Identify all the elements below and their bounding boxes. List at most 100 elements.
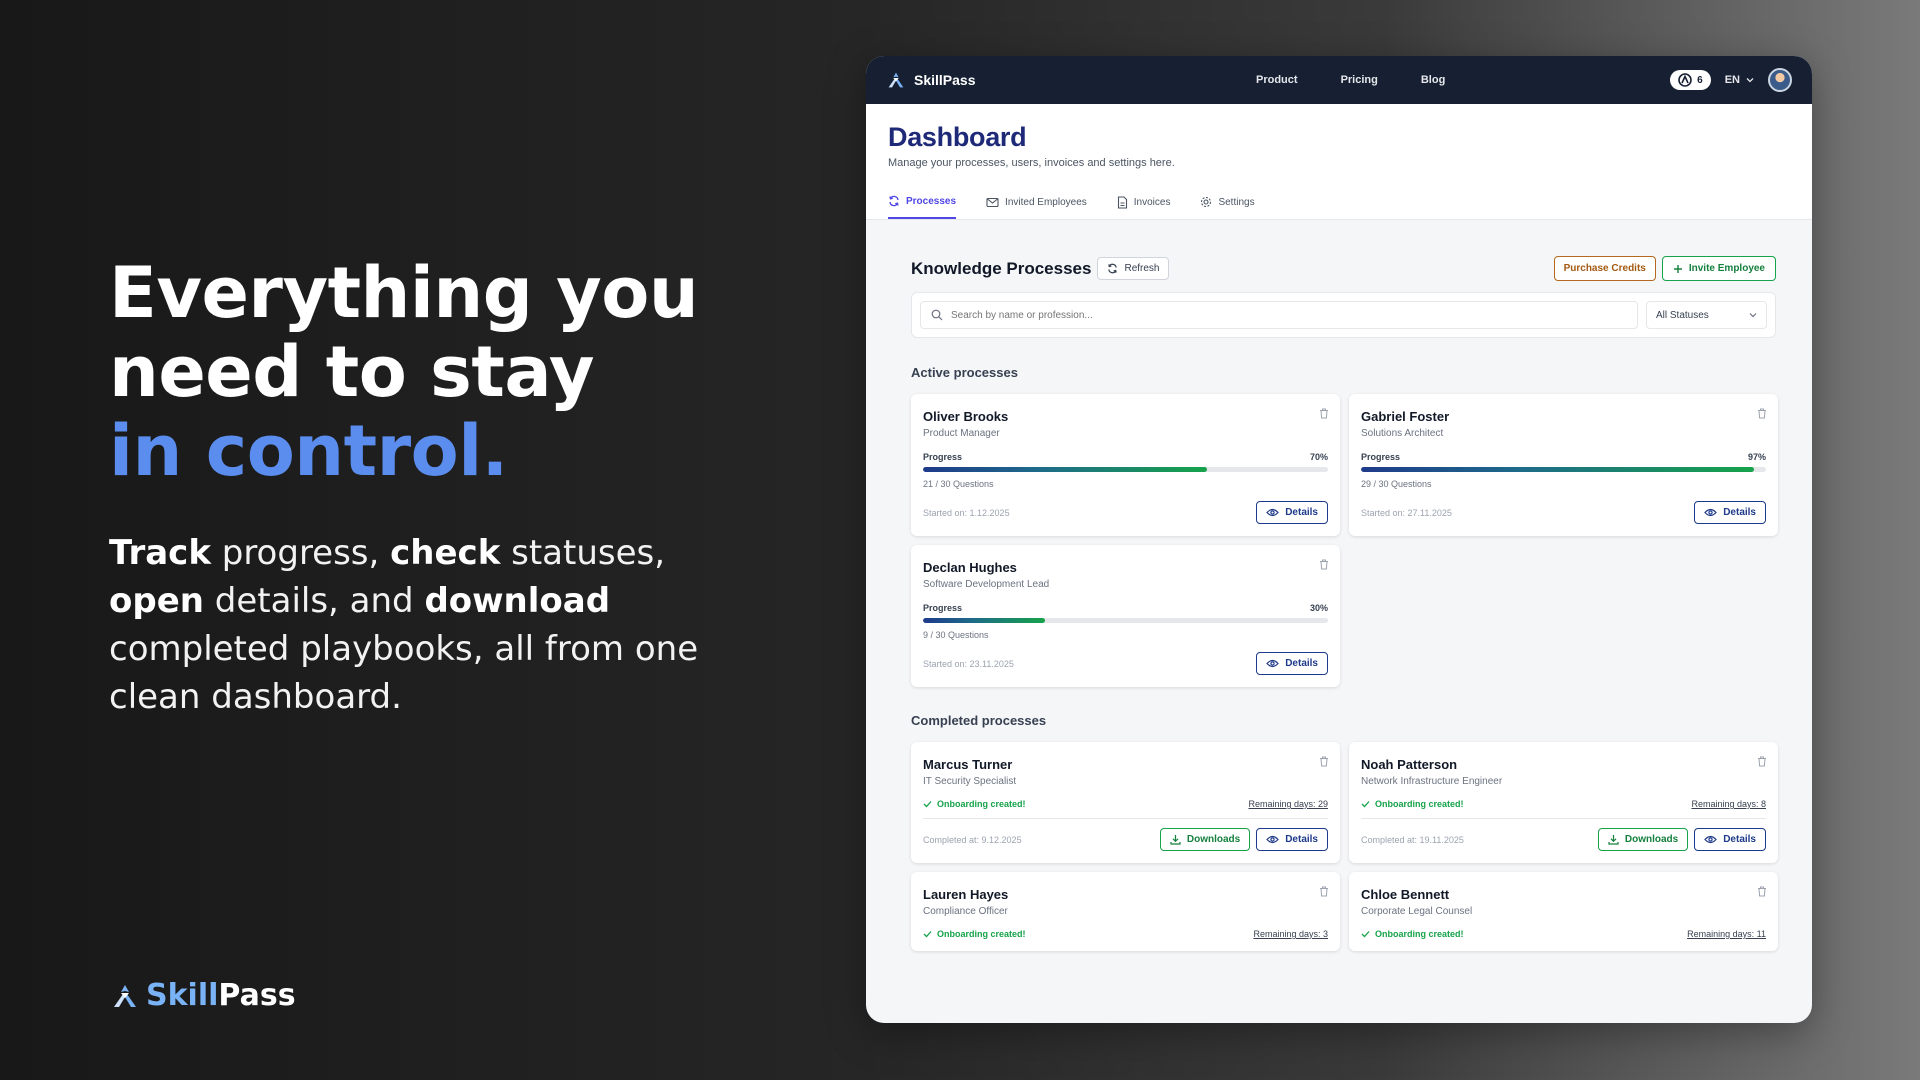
tab-processes[interactable]: Processes — [888, 195, 957, 219]
completed-section-label: Completed processes — [911, 713, 1047, 728]
onboarding-status: Onboarding created! — [1361, 799, 1464, 809]
refresh-icon — [1108, 263, 1118, 274]
status-filter-value: All Statuses — [1656, 309, 1709, 321]
tab-processes-label: Processes — [906, 195, 957, 207]
active-processes-grid: Oliver Brooks Product Manager Progress 70% 2… — [911, 394, 1778, 687]
header-actions: Purchase Credits Invite Employee — [1553, 256, 1776, 281]
refresh-button[interactable]: Refresh — [1097, 257, 1170, 280]
search-box[interactable] — [920, 301, 1638, 329]
progress-fill — [1361, 467, 1754, 472]
card-footer: Started on: 27.11.2025 Details — [1361, 501, 1766, 524]
nav-blog[interactable]: Blog — [1421, 74, 1445, 86]
hero-headline: Everything you need to stay in control. — [109, 254, 809, 491]
delete-button[interactable] — [1757, 884, 1767, 902]
completed-card: Lauren Hayes Compliance Officer Onboarding… — [911, 872, 1340, 951]
details-button[interactable]: Details — [1256, 652, 1328, 675]
progress-label: Progress — [923, 452, 963, 462]
page-subtitle: Manage your processes, users, invoices a… — [888, 157, 1175, 169]
details-button[interactable]: Details — [1256, 828, 1328, 851]
progress-label: Progress — [923, 603, 963, 613]
remaining-days[interactable]: Remaining days: 8 — [1691, 799, 1766, 809]
logo-icon — [114, 984, 136, 1007]
onboarding-label: Onboarding created! — [1375, 799, 1464, 809]
app-name: SkillPass — [914, 72, 976, 88]
status-filter-select[interactable]: All Statuses — [1646, 301, 1767, 329]
top-navbar: SkillPass Product Pricing Blog 6 EN — [866, 56, 1812, 104]
downloads-label: Downloads — [1186, 834, 1241, 845]
dashboard-header: Dashboard Manage your processes, users, … — [866, 104, 1812, 220]
trash-icon — [1758, 408, 1766, 419]
remaining-days[interactable]: Remaining days: 29 — [1248, 799, 1328, 809]
onboarding-status: Onboarding created! — [923, 799, 1026, 809]
delete-button[interactable] — [1757, 406, 1767, 424]
employee-role: Network Infrastructure Engineer — [1361, 776, 1503, 787]
tab-invoices[interactable]: Invoices — [1117, 195, 1170, 219]
delete-button[interactable] — [1757, 754, 1767, 772]
employee-name: Chloe Bennett — [1361, 887, 1450, 902]
employee-role: Solutions Architect — [1361, 428, 1444, 439]
trash-icon — [1320, 559, 1328, 570]
process-card: Declan Hughes Software Development Lead Pr… — [911, 545, 1340, 687]
completed-processes-grid: Marcus Turner IT Security Specialist Onboa… — [911, 742, 1778, 951]
eye-icon — [1266, 659, 1280, 668]
navbar-right: 6 EN — [1670, 68, 1792, 92]
employee-role: IT Security Specialist — [923, 776, 1017, 787]
card-footer: Started on: 1.12.2025 Details — [923, 501, 1328, 524]
delete-button[interactable] — [1319, 754, 1329, 772]
hero-line-3: in control. — [109, 410, 508, 492]
onboarding-label: Onboarding created! — [937, 929, 1026, 939]
details-button[interactable]: Details — [1694, 828, 1766, 851]
details-button[interactable]: Details — [1256, 501, 1328, 524]
search-input[interactable] — [951, 309, 1627, 321]
user-avatar[interactable] — [1768, 68, 1792, 92]
invite-employee-button[interactable]: Invite Employee — [1661, 256, 1776, 281]
trash-icon — [1320, 756, 1328, 767]
credits-icon — [1678, 73, 1692, 87]
credits-badge[interactable]: 6 — [1670, 70, 1711, 90]
hero-line-1: Everything you — [109, 252, 699, 334]
delete-button[interactable] — [1319, 406, 1329, 424]
completed-card: Noah Patterson Network Infrastructure Eng… — [1349, 742, 1778, 863]
hero-section: Everything you need to stay in control. … — [109, 254, 809, 721]
nav-pricing[interactable]: Pricing — [1341, 74, 1378, 86]
employee-role: Corporate Legal Counsel — [1361, 906, 1473, 917]
hero-keyword: Track — [109, 533, 211, 573]
card-footer: Started on: 23.11.2025 Details — [923, 652, 1328, 675]
hero-text: progress, — [210, 533, 391, 573]
tab-settings[interactable]: Settings — [1200, 195, 1255, 219]
downloads-button[interactable]: Downloads — [1597, 828, 1689, 851]
tab-settings-label: Settings — [1218, 196, 1255, 208]
card-divider — [923, 818, 1328, 819]
invite-label: Invite Employee — [1688, 263, 1765, 274]
downloads-button[interactable]: Downloads — [1159, 828, 1251, 851]
app-window: SkillPass Product Pricing Blog 6 EN Dash… — [866, 56, 1812, 1023]
delete-button[interactable] — [1319, 557, 1329, 575]
employee-name: Lauren Hayes — [923, 887, 1009, 902]
questions-count: 9 / 30 Questions — [923, 630, 989, 640]
language-selector[interactable]: EN — [1725, 74, 1754, 86]
hero-text: details, and — [203, 581, 425, 621]
progress-percent: 70% — [1309, 452, 1328, 462]
details-label: Details — [1285, 507, 1318, 518]
delete-button[interactable] — [1319, 884, 1329, 902]
completed-date: Completed at: 19.11.2025 — [1361, 834, 1464, 845]
hero-text: statuses, — [500, 533, 666, 573]
download-icon — [1608, 835, 1619, 845]
tab-invited-employees[interactable]: Invited Employees — [986, 195, 1087, 219]
remaining-days[interactable]: Remaining days: 11 — [1687, 929, 1766, 939]
purchase-credits-button[interactable]: Purchase Credits — [1553, 256, 1656, 281]
details-label: Details — [1723, 507, 1756, 518]
nav-product[interactable]: Product — [1256, 74, 1298, 86]
language-code: EN — [1724, 74, 1740, 86]
employee-name: Declan Hughes — [923, 560, 1017, 575]
app-logo[interactable]: SkillPass — [886, 71, 976, 89]
progress-percent: 30% — [1309, 603, 1328, 613]
progress-fill — [923, 467, 1207, 472]
brand-logo: Skill Pass — [110, 978, 296, 1013]
remaining-days[interactable]: Remaining days: 3 — [1253, 929, 1328, 939]
hero-line-2: need to stay — [109, 331, 595, 413]
details-button[interactable]: Details — [1694, 501, 1766, 524]
eye-icon — [1704, 508, 1718, 517]
hero-keyword: download — [424, 581, 611, 621]
credits-count: 6 — [1697, 74, 1703, 86]
